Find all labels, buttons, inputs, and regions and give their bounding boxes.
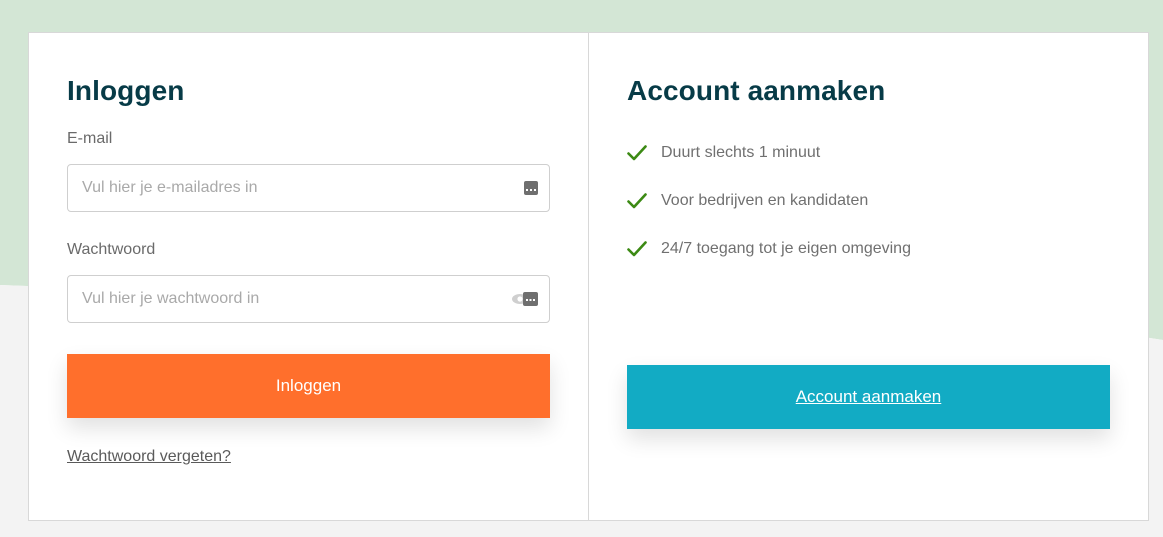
benefits-list: Duurt slechts 1 minuut Voor bedrijven en… <box>627 141 1148 261</box>
checkmark-icon <box>627 145 649 161</box>
checkmark-icon <box>627 193 649 209</box>
create-account-button[interactable]: Account aanmaken <box>627 365 1110 429</box>
benefit-item: Duurt slechts 1 minuut <box>627 141 1148 165</box>
password-input[interactable] <box>67 275 550 323</box>
password-manager-icon[interactable] <box>524 181 538 195</box>
email-label: E-mail <box>67 130 113 147</box>
email-input[interactable] <box>67 164 550 212</box>
benefit-text: 24/7 toegang tot je eigen omgeving <box>661 240 911 257</box>
login-button[interactable]: Inloggen <box>67 354 550 418</box>
forgot-password-link[interactable]: Wachtwoord vergeten? <box>67 448 231 466</box>
password-input-wrapper <box>67 275 550 323</box>
login-title: Inloggen <box>67 75 185 106</box>
show-password-icon[interactable] <box>512 291 538 307</box>
password-label: Wachtwoord <box>67 241 156 258</box>
benefit-item: 24/7 toegang tot je eigen omgeving <box>627 237 1148 261</box>
email-input-wrapper <box>67 164 550 212</box>
benefit-text: Duurt slechts 1 minuut <box>661 144 821 161</box>
checkmark-icon <box>627 241 649 257</box>
benefit-item: Voor bedrijven en kandidaten <box>627 189 1148 213</box>
register-panel: Account aanmaken Duurt slechts 1 minuut … <box>589 33 1148 520</box>
auth-card: Inloggen E-mail Wachtwoord <box>28 32 1149 521</box>
benefit-text: Voor bedrijven en kandidaten <box>661 192 869 209</box>
login-panel: Inloggen E-mail Wachtwoord <box>29 33 589 520</box>
register-title: Account aanmaken <box>627 75 886 106</box>
